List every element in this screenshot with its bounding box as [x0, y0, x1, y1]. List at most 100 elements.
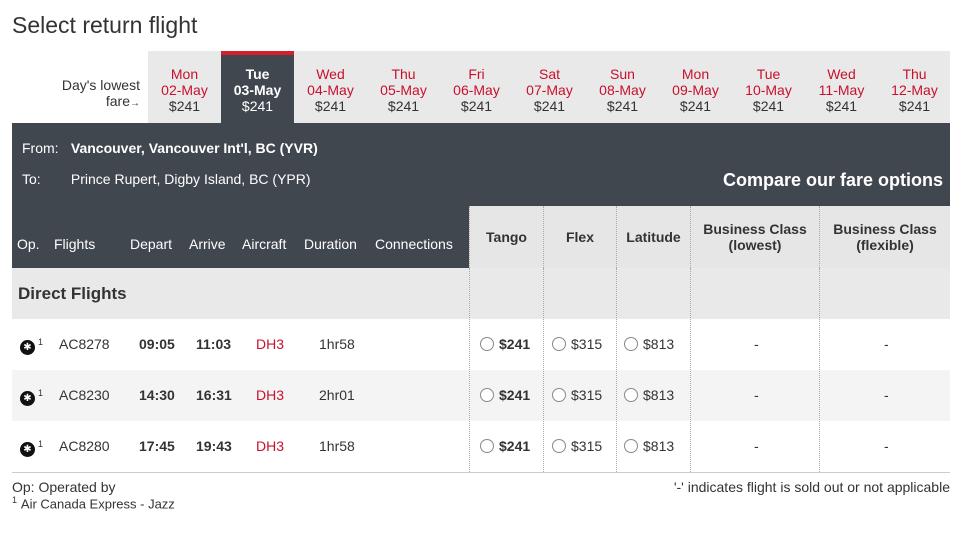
fare-tango[interactable]: $241 — [480, 336, 530, 352]
radio-icon[interactable] — [552, 388, 566, 402]
radio-icon[interactable] — [552, 337, 566, 351]
day-dow: Thu — [902, 66, 927, 82]
col-depart: Depart — [130, 236, 173, 252]
fare-latitude[interactable]: $813 — [624, 438, 674, 454]
col-aircraft: Aircraft — [242, 236, 287, 252]
arrive-time: 19:43 — [196, 438, 232, 454]
day-date: 05-May — [380, 82, 427, 98]
col-arrive: Arrive — [189, 236, 226, 252]
flight-row: ✱ 1 AC8278 09:05 11:03 DH3 1hr58 $241 $315 $813 - - — [12, 319, 950, 370]
fare-business-flexible: - — [884, 438, 889, 454]
day-price: $241 — [168, 98, 201, 114]
operator-sup: 1 — [38, 337, 44, 347]
sold-out-note: '-' indicates flight is sold out or not … — [673, 479, 950, 495]
day-option[interactable]: Wed 11-May $241 — [805, 51, 878, 123]
flight-row: ✱ 1 AC8280 17:45 19:43 DH3 1hr58 $241 $315 $813 - - — [12, 421, 950, 472]
from-label: From: — [22, 140, 59, 156]
arrive-time: 16:31 — [196, 387, 232, 403]
fare-tango[interactable]: $241 — [480, 387, 530, 403]
depart-time: 14:30 — [139, 387, 175, 403]
day-dow: Wed — [827, 66, 856, 82]
day-price: $241 — [314, 98, 347, 114]
days-label-line1: Day's lowest — [61, 77, 140, 93]
aircraft-link[interactable]: DH3 — [256, 438, 284, 454]
radio-icon[interactable] — [480, 337, 494, 351]
day-date: 11-May — [818, 82, 865, 98]
radio-icon[interactable] — [624, 439, 638, 453]
depart-time: 09:05 — [139, 336, 175, 352]
day-date: 08-May — [599, 82, 646, 98]
day-option[interactable]: Wed 04-May $241 — [294, 51, 367, 123]
compare-fare-options-link[interactable]: Compare our fare options — [723, 170, 943, 191]
col-business-lowest: Business Class (lowest) — [690, 206, 819, 268]
op-note: Op: Operated by — [12, 479, 116, 495]
day-option[interactable]: Sun 08-May $241 — [586, 51, 659, 123]
radio-icon[interactable] — [624, 388, 638, 402]
day-price: $241 — [752, 98, 785, 114]
to-label: To: — [22, 171, 41, 187]
fare-flex[interactable]: $315 — [552, 336, 602, 352]
fare-flex[interactable]: $315 — [552, 438, 602, 454]
depart-time: 17:45 — [139, 438, 175, 454]
fare-latitude[interactable]: $813 — [624, 336, 674, 352]
table-bottom-rule — [12, 472, 950, 473]
day-price: $241 — [533, 98, 566, 114]
page-title: Select return flight — [12, 12, 198, 38]
operator-cell: ✱ 1 — [20, 386, 43, 406]
day-option[interactable]: Mon 02-May $241 — [148, 51, 221, 123]
day-option[interactable]: Tue 03-May $241 — [221, 51, 294, 123]
fare-tango[interactable]: $241 — [480, 438, 530, 454]
flight-number[interactable]: AC8278 — [59, 336, 110, 352]
radio-icon[interactable] — [480, 439, 494, 453]
day-option[interactable]: Tue 10-May $241 — [732, 51, 805, 123]
flight-row: ✱ 1 AC8230 14:30 16:31 DH3 2hr01 $241 $315 $813 - - — [12, 370, 950, 421]
col-op: Op. — [17, 236, 40, 252]
duration: 1hr58 — [319, 336, 355, 352]
day-date: 09-May — [672, 82, 719, 98]
radio-icon[interactable] — [552, 439, 566, 453]
operator-note: 1 Air Canada Express - Jazz — [12, 495, 175, 512]
duration: 1hr58 — [319, 438, 355, 454]
day-option[interactable]: Fri 06-May $241 — [440, 51, 513, 123]
day-date: 10-May — [745, 82, 792, 98]
day-dow: Tue — [245, 66, 270, 82]
aircraft-link[interactable]: DH3 — [256, 336, 284, 352]
day-option[interactable]: Thu 12-May $241 — [878, 51, 951, 123]
col-tango: Tango — [469, 206, 543, 268]
route-from: From: Vancouver, Vancouver Int'l, BC (YV… — [22, 140, 318, 156]
arrive-time: 11:03 — [196, 336, 232, 352]
day-price: $241 — [387, 98, 420, 114]
day-date: 02-May — [161, 82, 208, 98]
col-business-flexible: Business Class (flexible) — [819, 206, 950, 268]
flight-number[interactable]: AC8230 — [59, 387, 110, 403]
day-date: 07-May — [526, 82, 573, 98]
operator-sup: 1 — [12, 495, 18, 505]
section-title: Direct Flights — [18, 284, 127, 303]
col-flex: Flex — [543, 206, 616, 268]
from-value: Vancouver, Vancouver Int'l, BC (YVR) — [70, 140, 318, 156]
day-option[interactable]: Mon 09-May $241 — [659, 51, 732, 123]
maple-leaf-icon: ✱ — [20, 442, 35, 457]
column-divider — [543, 268, 544, 472]
day-date: 12-May — [891, 82, 938, 98]
operator-name: Air Canada Express - Jazz — [20, 496, 175, 512]
day-option[interactable]: Thu 05-May $241 — [367, 51, 440, 123]
day-price: $241 — [241, 98, 274, 114]
aircraft-link[interactable]: DH3 — [256, 387, 284, 403]
to-value: Prince Rupert, Digby Island, BC (YPR) — [70, 171, 311, 187]
column-divider — [690, 268, 691, 472]
radio-icon[interactable] — [480, 388, 494, 402]
day-dow: Thu — [391, 66, 416, 82]
fare-flex[interactable]: $315 — [552, 387, 602, 403]
fare-business-lowest: - — [754, 336, 759, 352]
fare-latitude[interactable]: $813 — [624, 387, 674, 403]
day-dow: Tue — [756, 66, 781, 82]
col-connections: Connections — [375, 236, 453, 252]
day-option[interactable]: Sat 07-May $241 — [513, 51, 586, 123]
day-dow: Mon — [681, 66, 710, 82]
day-price: $241 — [460, 98, 493, 114]
operator-cell: ✱ 1 — [20, 437, 43, 457]
radio-icon[interactable] — [624, 337, 638, 351]
arrow-right-icon: → — [130, 98, 140, 109]
flight-number[interactable]: AC8280 — [59, 438, 110, 454]
